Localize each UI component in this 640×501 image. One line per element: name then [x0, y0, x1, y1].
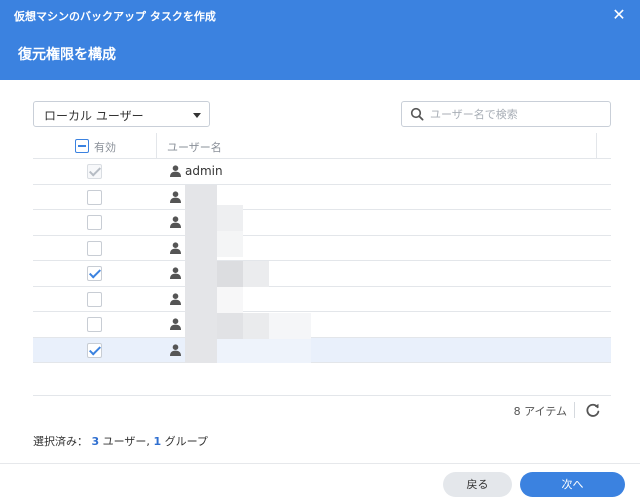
- selection-summary: 選択済み： 3 ユーザー, 1 グループ: [33, 433, 208, 449]
- divider: [574, 402, 575, 418]
- column-header-username[interactable]: ユーザー名: [157, 133, 597, 159]
- row-checkbox[interactable]: [87, 266, 102, 281]
- user-icon: [170, 267, 181, 279]
- table-row[interactable]: [33, 236, 611, 261]
- window-title: 仮想マシンのバックアップ タスクを作成: [14, 10, 216, 23]
- user-icon: [170, 241, 181, 254]
- refresh-icon[interactable]: [585, 402, 601, 418]
- dialog-header: 仮想マシンのバックアップ タスクを作成 ✕ 復元権限を構成: [0, 0, 640, 80]
- summary-user-label: ユーザー,: [102, 435, 154, 448]
- table-row[interactable]: [33, 210, 611, 236]
- user-icon: [170, 190, 181, 203]
- table-row[interactable]: [33, 287, 611, 312]
- next-button[interactable]: 次へ: [520, 472, 625, 497]
- close-icon[interactable]: ✕: [610, 6, 628, 24]
- table-row[interactable]: [33, 261, 611, 287]
- user-icon: [170, 165, 181, 177]
- column-label-enabled: 有効: [94, 141, 116, 154]
- row-checkbox: [87, 164, 102, 179]
- back-button[interactable]: 戻る: [443, 472, 512, 497]
- user-type-select[interactable]: ローカル ユーザー: [33, 101, 210, 127]
- search-input[interactable]: [430, 105, 606, 123]
- user-grid: 有効 ユーザー名 admin: [33, 133, 611, 396]
- user-icon: [170, 216, 181, 228]
- summary-group-label: グループ: [164, 435, 208, 448]
- grid-footer: 8 アイテム: [33, 397, 611, 423]
- chevron-down-icon: [193, 113, 201, 118]
- column-header-enabled[interactable]: 有効: [33, 133, 157, 159]
- select-all-checkbox[interactable]: [75, 139, 89, 153]
- table-row[interactable]: [33, 312, 611, 338]
- grid-header: 有効 ユーザー名: [33, 133, 611, 159]
- column-label-username: ユーザー名: [167, 141, 222, 154]
- user-icon: [170, 292, 181, 305]
- row-checkbox[interactable]: [87, 240, 102, 256]
- row-checkbox[interactable]: [87, 342, 102, 358]
- search-icon: [410, 107, 424, 121]
- step-title: 復元権限を構成: [18, 47, 116, 63]
- selected-user-count: 3: [91, 435, 100, 448]
- footer-divider: [0, 463, 640, 464]
- row-checkbox[interactable]: [87, 291, 102, 307]
- table-row[interactable]: admin: [33, 159, 611, 185]
- row-checkbox[interactable]: [87, 189, 102, 205]
- user-icon: [170, 318, 181, 330]
- search-box[interactable]: [401, 101, 611, 127]
- user-icon: [170, 343, 181, 356]
- user-type-select-value: ローカル ユーザー: [44, 109, 144, 123]
- summary-prefix: 選択済み：: [33, 435, 88, 448]
- row-checkbox[interactable]: [87, 317, 102, 332]
- selected-group-count: 1: [153, 435, 162, 448]
- item-count: 8 アイテム: [513, 405, 567, 418]
- table-row[interactable]: [33, 337, 611, 363]
- row-username: admin: [185, 164, 223, 178]
- table-row[interactable]: [33, 185, 611, 210]
- row-checkbox[interactable]: [87, 215, 102, 230]
